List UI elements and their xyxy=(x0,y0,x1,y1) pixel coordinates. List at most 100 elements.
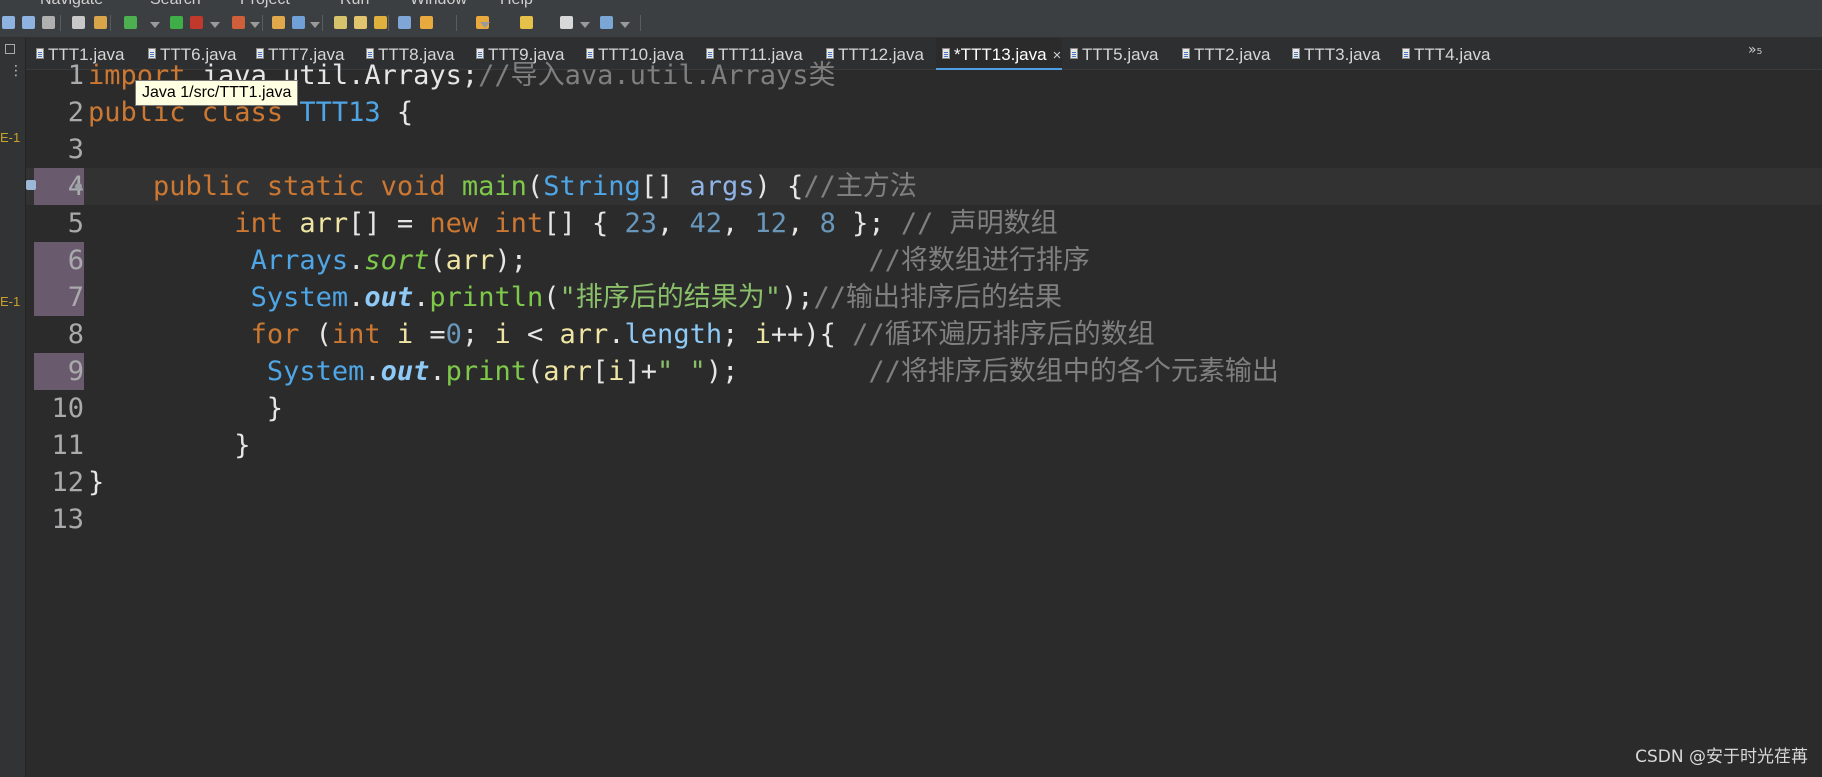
code-token: . xyxy=(348,245,365,276)
watermark: CSDN @安于时光荏苒 xyxy=(1635,747,1808,767)
code-token: ( xyxy=(526,171,544,202)
code-line[interactable]: 10 } xyxy=(26,390,1822,427)
code-text: } xyxy=(88,427,250,464)
run-icon[interactable] xyxy=(170,16,183,29)
code-text: System.out.print(arr[i]+" "); //将排序后数组中的… xyxy=(88,353,1279,390)
code-text: System.out.println("排序后的结果为");//输出排序后的结果 xyxy=(88,279,1062,316)
minimize-view-icon[interactable] xyxy=(5,44,15,54)
line-number[interactable]: 3 xyxy=(34,131,84,168)
show-whitespace-icon[interactable] xyxy=(398,16,411,29)
line-number[interactable]: 13 xyxy=(34,501,84,538)
code-token: new int xyxy=(429,208,544,239)
code-line[interactable]: 12} xyxy=(26,464,1822,501)
code-token: println xyxy=(429,282,544,313)
code-token: ; xyxy=(461,319,495,350)
menu-item-search[interactable]: Search xyxy=(150,0,201,8)
code-token: i xyxy=(608,356,625,387)
annotation-icon[interactable] xyxy=(354,16,367,29)
line-number[interactable]: 7 xyxy=(34,279,84,316)
toggle-mark-icon[interactable] xyxy=(374,16,387,29)
chevron-down-icon[interactable] xyxy=(620,22,630,28)
code-token: [] = xyxy=(348,208,430,239)
code-token: main xyxy=(461,171,527,202)
code-token: [] { xyxy=(543,208,625,239)
line-number[interactable]: 10 xyxy=(34,390,84,427)
code-token: TTT13 xyxy=(299,97,381,128)
open-type-icon[interactable] xyxy=(272,16,285,29)
menu-item-project[interactable]: Project xyxy=(240,0,290,8)
tab-overflow-button[interactable]: »₅ xyxy=(1748,42,1762,58)
code-token: arr xyxy=(543,356,592,387)
code-token: 23 xyxy=(624,208,657,239)
chevron-down-icon[interactable] xyxy=(580,22,590,28)
code-token: arr xyxy=(445,245,495,276)
redo-icon[interactable] xyxy=(22,16,35,29)
menu-item-window[interactable]: Window xyxy=(410,0,467,8)
code-token: ]+ xyxy=(624,356,658,387)
menu-item-help[interactable]: Help xyxy=(500,0,533,8)
code-token: int xyxy=(331,319,397,350)
code-line[interactable]: 3 xyxy=(26,131,1822,168)
build-icon[interactable] xyxy=(94,16,107,29)
line-number[interactable]: 5 xyxy=(34,205,84,242)
code-line[interactable]: 5 int arr[] = new int[] { 23, 42, 12, 8 … xyxy=(26,205,1822,242)
menu-item-run[interactable]: Run xyxy=(340,0,369,8)
new-icon[interactable] xyxy=(72,16,85,29)
code-token: System xyxy=(250,282,349,313)
code-line[interactable]: 9 System.out.print(arr[i]+" "); //将排序后数组… xyxy=(26,353,1822,390)
chevron-down-icon[interactable] xyxy=(210,22,220,28)
chevron-down-icon[interactable] xyxy=(310,22,320,28)
override-marker-icon xyxy=(26,180,36,190)
code-token: } xyxy=(88,393,284,424)
code-token: [ xyxy=(592,356,609,387)
last-edit-icon[interactable] xyxy=(42,16,55,29)
external-tools-icon[interactable] xyxy=(232,16,245,29)
code-line[interactable]: 4 public static void main(String[] args)… xyxy=(26,168,1822,205)
code-token: String xyxy=(543,171,641,202)
coverage-icon[interactable] xyxy=(190,16,203,29)
code-line[interactable]: 6 Arrays.sort(arr); //将数组进行排序 xyxy=(26,242,1822,279)
chevron-down-icon[interactable] xyxy=(250,22,260,28)
side-label: E-1 xyxy=(0,130,21,145)
undo-icon[interactable] xyxy=(2,16,15,29)
code-token: } xyxy=(88,467,105,498)
code-line[interactable]: 7 System.out.println("排序后的结果为");//输出排序后的… xyxy=(26,279,1822,316)
line-number[interactable]: 12 xyxy=(34,464,84,501)
forward-icon[interactable] xyxy=(560,16,573,29)
line-number[interactable]: 11 xyxy=(34,427,84,464)
code-line[interactable]: 13 xyxy=(26,501,1822,538)
code-token: System xyxy=(266,356,365,387)
code-line[interactable]: 8 for (int i =0; i < arr.length; i++){ /… xyxy=(26,316,1822,353)
code-token: arr xyxy=(559,319,609,350)
fold-icon[interactable] xyxy=(75,183,82,190)
line-number[interactable]: 9 xyxy=(34,353,84,390)
side-label: E-1 xyxy=(0,294,21,309)
back-icon[interactable] xyxy=(520,16,533,29)
code-token: . xyxy=(608,319,625,350)
code-token: . xyxy=(429,356,446,387)
line-number[interactable]: 8 xyxy=(34,316,84,353)
code-token: length xyxy=(624,319,723,350)
menu-item-navigate[interactable]: Navigate xyxy=(40,0,103,8)
next-annotation-icon[interactable] xyxy=(420,16,433,29)
line-number[interactable]: 1 xyxy=(34,57,84,94)
debug-icon[interactable] xyxy=(124,16,137,29)
code-token: out xyxy=(380,356,430,387)
view-menu-icon[interactable]: ⋮ xyxy=(9,64,23,78)
toolbar-separator xyxy=(640,15,641,31)
search-icon[interactable] xyxy=(334,16,347,29)
code-editor[interactable]: 1 import java.util.Arrays;//导入ava.util.Ar… xyxy=(26,60,1822,777)
pin-editor-icon[interactable] xyxy=(600,16,613,29)
open-task-icon[interactable] xyxy=(292,16,305,29)
code-text: for (int i =0; i < arr.length; i++){ //循… xyxy=(88,316,1155,353)
line-number[interactable]: 6 xyxy=(34,242,84,279)
code-text: int arr[] = new int[] { 23, 42, 12, 8 };… xyxy=(88,205,1057,242)
code-line[interactable]: 11 } xyxy=(26,427,1822,464)
code-token: 42 xyxy=(689,208,723,239)
line-number[interactable]: 2 xyxy=(34,94,84,131)
chevron-down-icon[interactable] xyxy=(480,22,490,28)
chevron-down-icon[interactable] xyxy=(150,22,160,28)
